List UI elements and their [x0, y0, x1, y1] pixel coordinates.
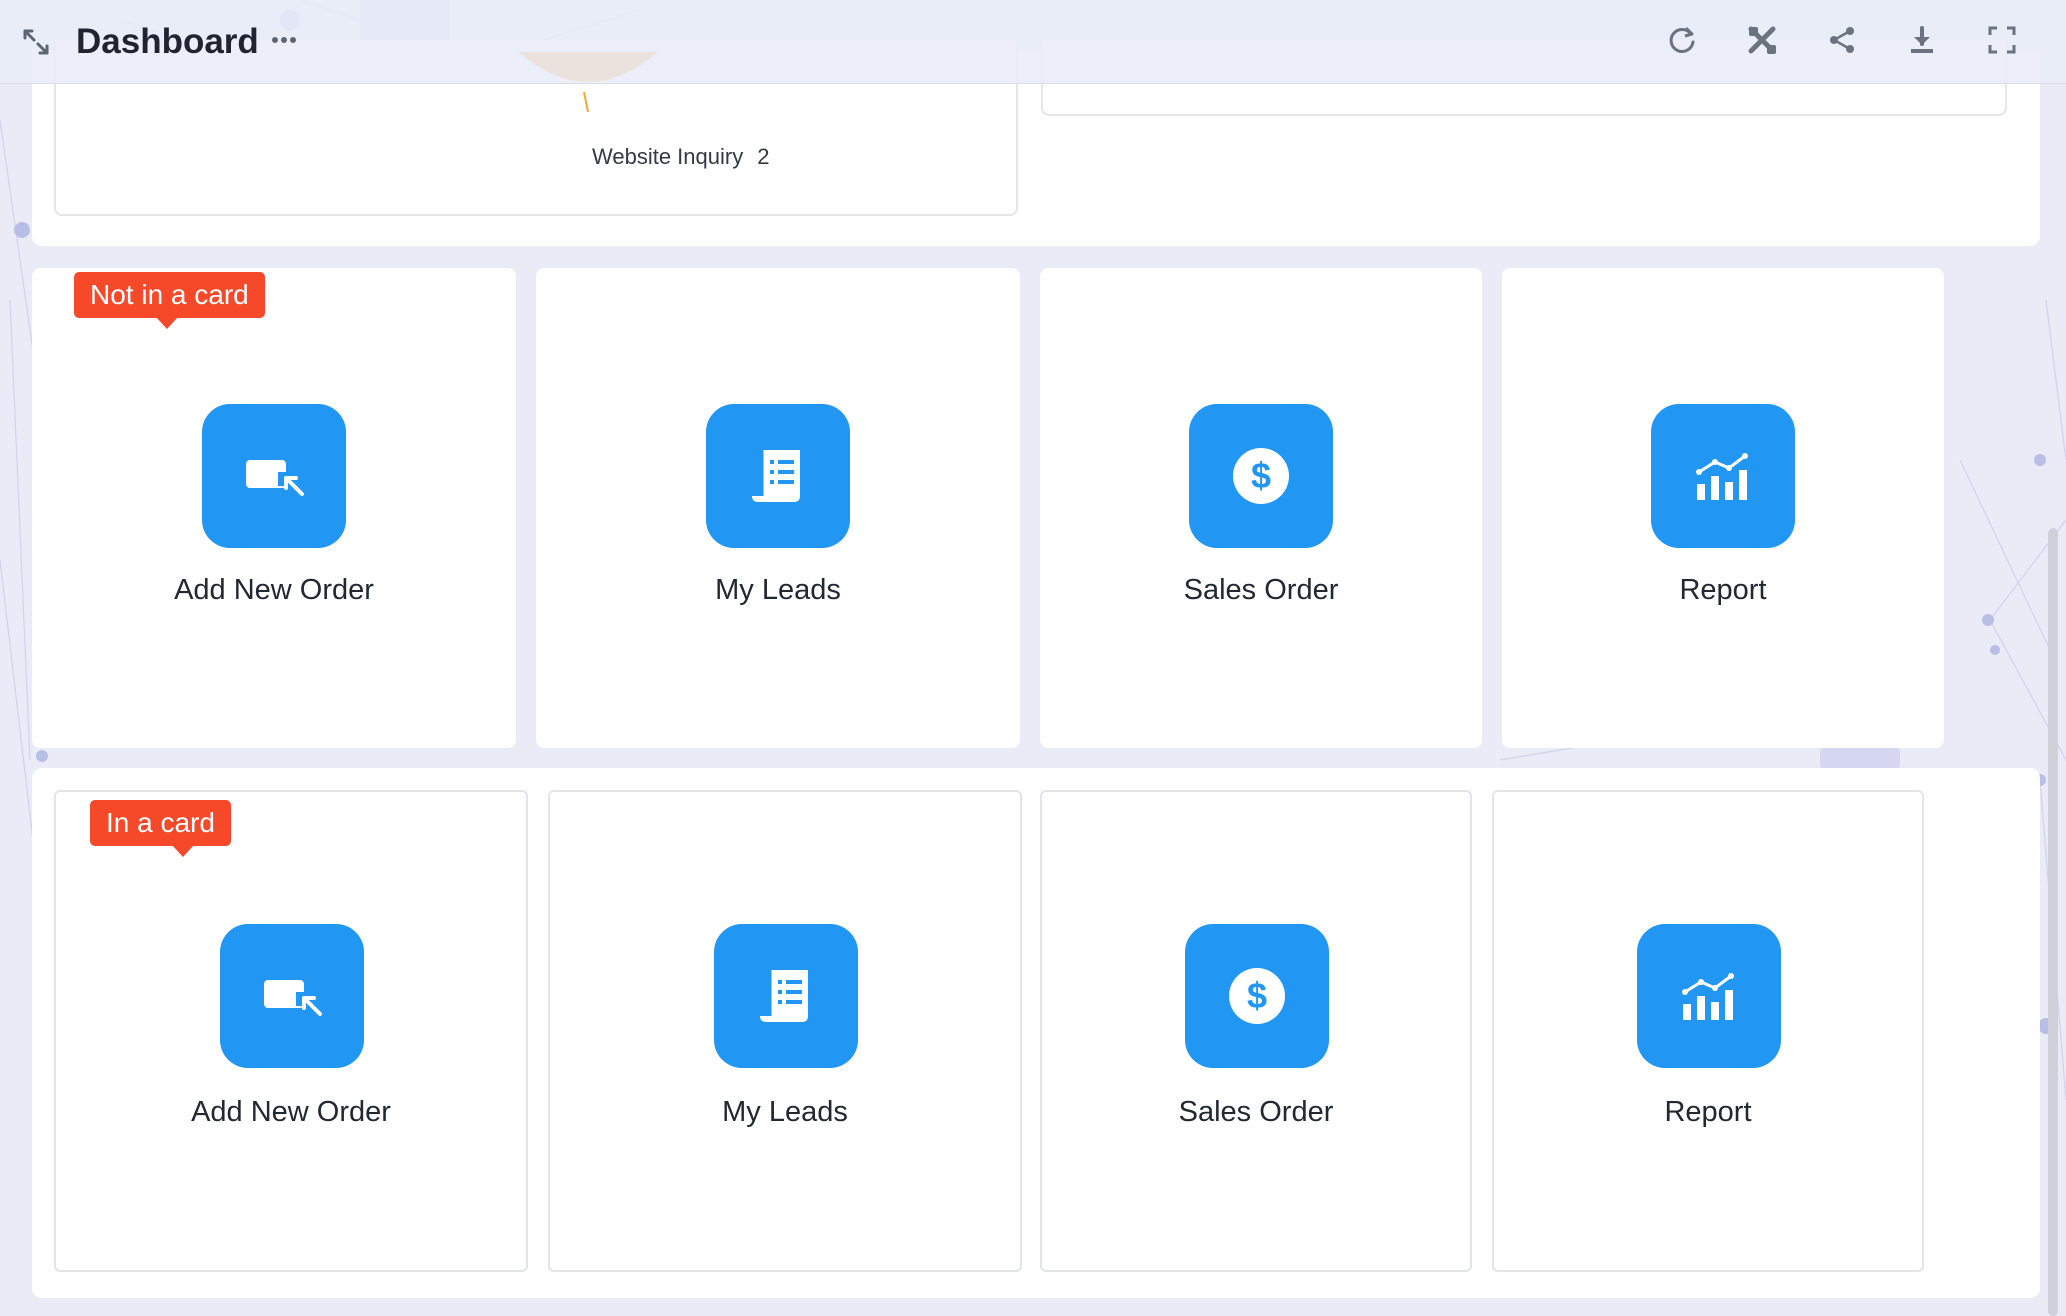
- dashboard-screen: Dashboard Website Inquiry 2 Not in a car…: [0, 0, 2066, 1316]
- tile-add-new-order[interactable]: Add New Order: [32, 268, 516, 748]
- tile-my-leads[interactable]: My Leads: [536, 268, 1020, 748]
- tile-report[interactable]: Report: [1492, 790, 1924, 1272]
- collapse-arrows-icon[interactable]: [18, 24, 54, 60]
- page-title: Dashboard: [76, 22, 259, 61]
- tile-label: My Leads: [715, 574, 841, 606]
- chart-report-icon: [1651, 404, 1795, 548]
- leads-document-icon: [706, 404, 850, 548]
- in-card-panel: Add New Order My Leads $ Sales Order Rep…: [32, 768, 2040, 1298]
- leads-document-icon: [714, 924, 858, 1068]
- svg-text:$: $: [1251, 455, 1271, 496]
- share-icon[interactable]: [1824, 20, 1860, 60]
- pie-label-value: 2: [757, 144, 770, 169]
- pie-label-name: Website Inquiry: [592, 144, 744, 169]
- tile-sales-order[interactable]: $ Sales Order: [1040, 790, 1472, 1272]
- not-in-card-tag: Not in a card: [74, 272, 265, 329]
- dashboard-header: Dashboard: [0, 0, 2066, 84]
- header-actions: [1664, 20, 2020, 60]
- fullscreen-icon[interactable]: [1984, 20, 2020, 60]
- dollar-icon: $: [1185, 924, 1329, 1068]
- add-order-icon: [220, 924, 364, 1068]
- more-horizontal-icon[interactable]: [268, 24, 300, 56]
- tile-label: Sales Order: [1178, 1096, 1334, 1128]
- tile-sales-order[interactable]: $ Sales Order: [1040, 268, 1482, 748]
- chart-report-icon: [1637, 924, 1781, 1068]
- tile-label: Add New Order: [191, 1096, 391, 1128]
- vertical-scrollbar[interactable]: [2048, 528, 2058, 1316]
- tools-icon[interactable]: [1744, 20, 1780, 60]
- add-order-icon: [202, 404, 346, 548]
- tile-add-new-order[interactable]: Add New Order: [54, 790, 528, 1272]
- in-card-tag: In a card: [90, 800, 231, 857]
- svg-text:$: $: [1247, 975, 1267, 1016]
- tile-label: Report: [1679, 574, 1767, 606]
- tile-report[interactable]: Report: [1502, 268, 1944, 748]
- tile-my-leads[interactable]: My Leads: [548, 790, 1022, 1272]
- tile-label: Sales Order: [1183, 574, 1339, 606]
- dollar-icon: $: [1189, 404, 1333, 548]
- pie-chart-label: Website Inquiry 2: [592, 144, 769, 170]
- refresh-icon[interactable]: [1664, 20, 1700, 60]
- download-icon[interactable]: [1904, 20, 1940, 60]
- tile-label: Report: [1664, 1096, 1752, 1128]
- tile-label: Add New Order: [174, 574, 374, 606]
- tile-label: My Leads: [722, 1096, 848, 1128]
